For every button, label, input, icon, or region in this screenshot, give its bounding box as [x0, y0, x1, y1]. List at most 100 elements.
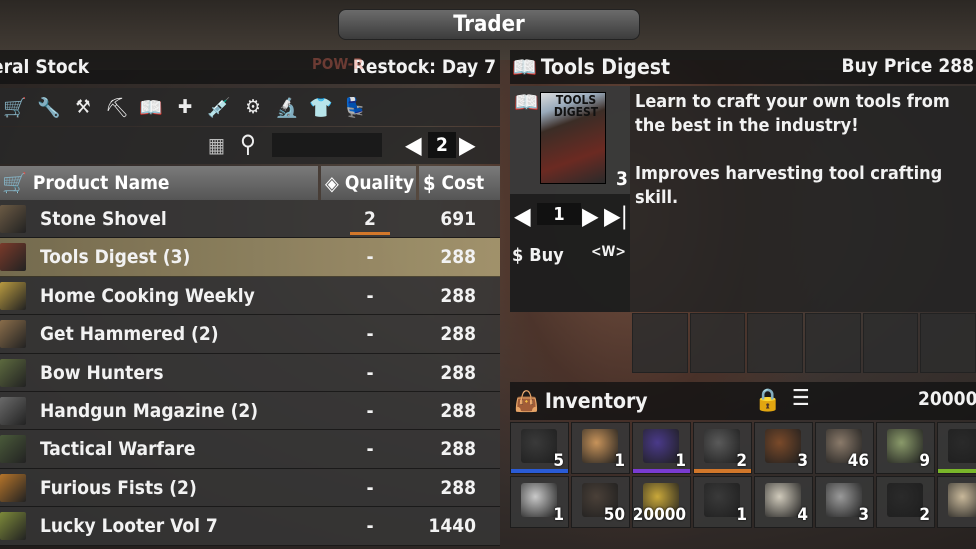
inventory-slot[interactable]: 1	[510, 476, 569, 528]
crossed-tools-icon[interactable]: ⚒	[70, 94, 96, 120]
inventory-title: Inventory	[544, 389, 648, 413]
inventory-slot[interactable]: 50	[571, 476, 630, 528]
quantity-increase-button[interactable]: ▶	[582, 202, 599, 230]
column-header-name[interactable]: 🛒 Product Name	[0, 166, 318, 200]
lock-icon[interactable]: 🔒	[754, 388, 781, 413]
inventory-slot[interactable]: 4	[754, 476, 813, 528]
empty-slot[interactable]	[862, 313, 919, 373]
empty-slot[interactable]	[805, 313, 861, 373]
column-header-quality[interactable]: ◈ Quality	[321, 166, 416, 200]
column-header-cost[interactable]: $ Cost	[419, 166, 500, 200]
inventory-slot[interactable]: 2	[876, 476, 935, 528]
item-count: 9	[919, 451, 930, 471]
item-count: 1	[553, 505, 564, 525]
product-name: Lucky Looter Vol 7	[40, 515, 218, 538]
product-cost: 1440	[428, 515, 476, 538]
product-quality: -	[366, 323, 374, 346]
shirt-icon[interactable]: 👕	[308, 94, 334, 120]
item-count: 50	[603, 505, 625, 525]
empty-slot[interactable]	[689, 313, 746, 373]
product-cost: 288	[440, 476, 476, 499]
column-header-cost-label: Cost	[441, 172, 485, 194]
column-header-name-label: Product Name	[32, 172, 170, 194]
backpack-icon: 👜	[514, 389, 539, 413]
inventory-slot[interactable]: 2	[937, 476, 976, 528]
detail-item-name: Tools Digest	[540, 55, 671, 79]
quantity-decrease-button[interactable]: ◀	[514, 202, 531, 230]
product-row[interactable]: Furious Fists (2) - 288	[0, 468, 500, 508]
product-row[interactable]: Lucky Looter Vol 7 - 1440	[0, 507, 500, 546]
product-quality: 2	[364, 208, 376, 230]
inventory-slot[interactable]: 2	[937, 422, 976, 474]
quality-bar	[938, 469, 976, 473]
product-name: Handgun Magazine (2)	[40, 399, 259, 422]
item-count: 20000	[632, 505, 686, 525]
stack-count: 3	[616, 168, 628, 190]
quality-bar	[350, 232, 390, 235]
item-count: 4	[797, 505, 808, 525]
product-row[interactable]: Tools Digest (3) - 288	[0, 238, 500, 277]
empty-slot[interactable]	[920, 313, 976, 373]
inventory-grid: 5112346921502000014322	[510, 422, 976, 528]
plant-fibers-icon	[582, 429, 618, 463]
inventory-slot[interactable]: 3	[754, 422, 813, 474]
inventory-slot[interactable]: 2	[693, 422, 752, 474]
microscope-icon[interactable]: 🔬	[274, 94, 300, 120]
page-next-button[interactable]: ▶	[459, 131, 476, 159]
inventory-slot[interactable]: 46	[815, 422, 874, 474]
book-icon	[704, 483, 740, 517]
product-list: Stone Shovel 2 691 Tools Digest (3) - 288 Home…	[0, 200, 500, 546]
inventory-slot[interactable]: 9	[876, 422, 935, 474]
product-row[interactable]: Tactical Warfare - 288	[0, 430, 500, 469]
quantity-value[interactable]: 1	[537, 203, 581, 225]
item-count: 46	[847, 451, 869, 471]
buy-button[interactable]: $ Buy <W>	[512, 242, 628, 268]
page-prev-button[interactable]: ◀	[405, 131, 422, 159]
inventory-slot[interactable]: 1	[571, 422, 630, 474]
detail-slot-row	[632, 313, 976, 373]
empty-slot[interactable]	[632, 313, 688, 373]
armchair-icon[interactable]: 💺	[342, 94, 368, 120]
inventory-slot[interactable]: 5	[510, 422, 569, 474]
product-cost: 288	[440, 438, 476, 461]
window-title: Trader	[338, 9, 640, 40]
paper-icon	[765, 483, 801, 517]
product-row[interactable]: Stone Shovel 2 691	[0, 200, 500, 239]
column-header-quality-label: Quality	[344, 172, 415, 194]
book-icon[interactable]: 📖	[138, 94, 164, 120]
building-icon[interactable]: ⛏	[104, 94, 130, 120]
product-thumbnail	[0, 358, 26, 387]
coins-value: 20000	[918, 388, 976, 410]
tools-set-icon	[826, 483, 862, 517]
sort-icon[interactable]: ☰	[792, 386, 810, 411]
glue-bottle-icon	[887, 483, 923, 517]
inventory-slot[interactable]: 3	[815, 476, 874, 528]
inventory-slot[interactable]: 1	[632, 422, 691, 474]
coin-icon: $	[423, 171, 436, 195]
item-count: 5	[553, 451, 564, 471]
product-quality: -	[366, 361, 374, 384]
product-row[interactable]: Handgun Magazine (2) - 288	[0, 391, 500, 431]
product-row[interactable]: Home Cooking Weekly - 288	[0, 276, 500, 316]
product-row[interactable]: Get Hammered (2) - 288	[0, 315, 500, 354]
empty-slot[interactable]	[747, 313, 804, 373]
search-input[interactable]	[272, 133, 382, 157]
quantity-max-button[interactable]: ▶|	[604, 202, 628, 230]
syringe-icon[interactable]: 💉	[206, 94, 232, 120]
search-icon[interactable]: ⚲	[240, 130, 256, 158]
item-description: Learn to craft your own tools from the b…	[635, 91, 950, 208]
inventory-slot[interactable]: 20000	[632, 476, 691, 528]
cart-icon[interactable]: 🛒	[2, 94, 28, 120]
product-quality: -	[366, 246, 374, 269]
medical-icon[interactable]: ✚	[172, 94, 198, 120]
inventory-slot[interactable]: 1	[693, 476, 752, 528]
product-name: Tactical Warfare	[40, 438, 196, 461]
buy-label: Buy	[529, 244, 564, 266]
book-icon: 📖	[512, 55, 537, 79]
product-name: Home Cooking Weekly	[40, 284, 255, 307]
filter-icon[interactable]: ▦	[208, 133, 225, 157]
product-row[interactable]: Bow Hunters - 288	[0, 353, 500, 392]
product-name: Tools Digest (3)	[40, 246, 191, 269]
gears-icon[interactable]: ⚙	[240, 94, 266, 120]
wrench-icon[interactable]: 🔧	[36, 94, 62, 120]
